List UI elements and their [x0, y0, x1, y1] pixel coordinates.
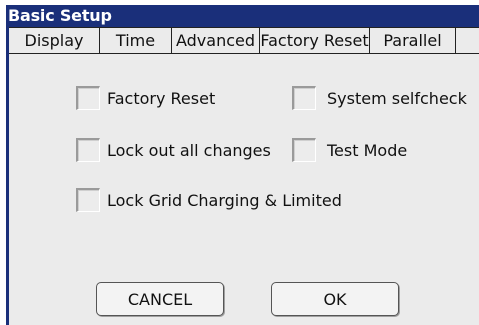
factory-reset-checkbox[interactable] [76, 86, 100, 110]
factory-reset-option[interactable]: Factory Reset [76, 86, 256, 114]
system-selfcheck-checkbox[interactable] [292, 86, 316, 110]
lock-grid-charging-option[interactable]: Lock Grid Charging & Limited [76, 188, 346, 216]
tab-display[interactable]: Display [9, 28, 99, 53]
system-selfcheck-option[interactable]: System selfcheck [292, 86, 472, 114]
ok-button[interactable]: OK [271, 282, 399, 316]
lock-grid-charging-label: Lock Grid Charging & Limited [107, 191, 342, 210]
system-selfcheck-label: System selfcheck [327, 89, 467, 108]
tab-factory-reset[interactable]: Factory Reset [259, 28, 369, 53]
test-mode-label: Test Mode [327, 141, 408, 160]
basic-setup-window: Basic Setup Display Time Advanced Factor… [6, 5, 479, 325]
lock-grid-charging-checkbox[interactable] [76, 188, 100, 212]
tab-advanced[interactable]: Advanced [171, 28, 259, 53]
tab-time[interactable]: Time [99, 28, 171, 53]
test-mode-checkbox[interactable] [292, 138, 316, 162]
tab-empty [455, 28, 479, 53]
test-mode-option[interactable]: Test Mode [292, 138, 442, 166]
window-title: Basic Setup [6, 5, 479, 27]
tab-parallel[interactable]: Parallel [369, 28, 455, 53]
factory-reset-label: Factory Reset [107, 89, 216, 108]
lock-out-all-changes-option[interactable]: Lock out all changes [76, 138, 276, 166]
factory-reset-panel: Factory Reset System selfcheck Lock out … [9, 54, 479, 325]
screen: Basic Setup Display Time Advanced Factor… [0, 0, 479, 325]
cancel-button[interactable]: CANCEL [96, 282, 224, 316]
lock-out-all-changes-checkbox[interactable] [76, 138, 100, 162]
tab-bar: Display Time Advanced Factory Reset Para… [9, 27, 479, 54]
lock-out-all-changes-label: Lock out all changes [107, 141, 271, 160]
